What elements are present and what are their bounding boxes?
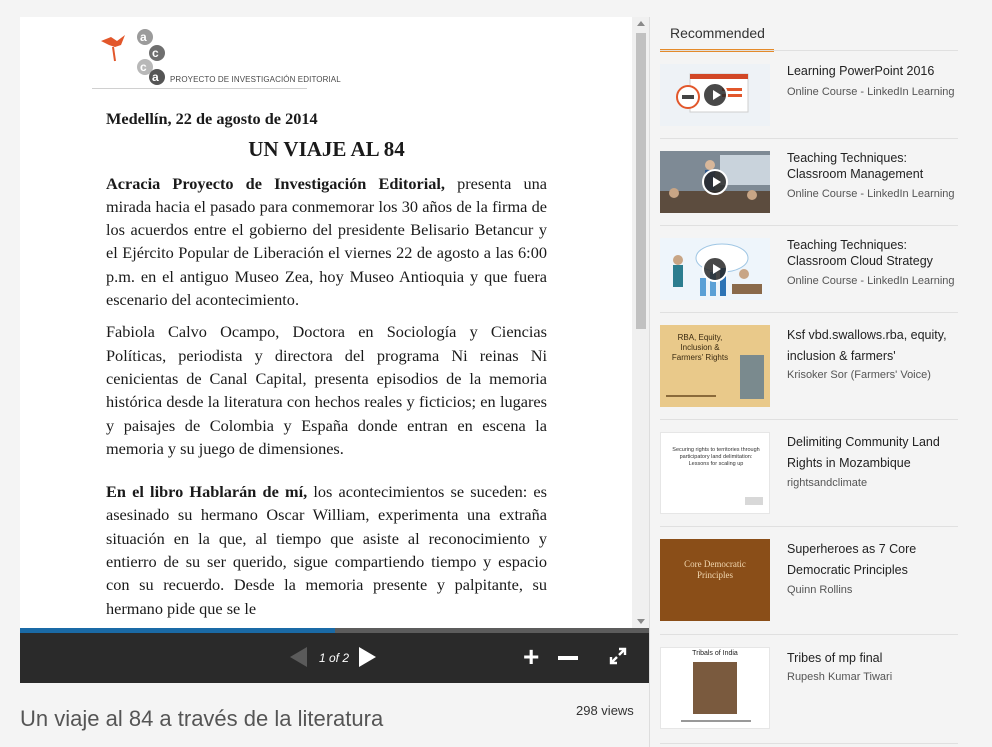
- zoom-in-button[interactable]: +: [523, 643, 539, 671]
- paragraph-2: Fabiola Calvo Ocampo, Doctora en Sociolo…: [106, 322, 547, 458]
- scrollbar-thumb[interactable]: [636, 33, 646, 329]
- tab-recommended[interactable]: Recommended: [660, 17, 774, 52]
- recommended-title[interactable]: Superheroes as 7 Core Democratic Princip…: [787, 539, 959, 580]
- recommended-thumbnail[interactable]: [660, 64, 770, 126]
- document-date: Medellín, 22 de agosto de 2014: [106, 109, 318, 128]
- thumbnail-photo: [693, 662, 737, 714]
- scroll-up-arrow-icon[interactable]: [637, 21, 645, 26]
- svg-text:a: a: [152, 70, 159, 84]
- paragraph-1-bold: Acracia Proyecto de Investigación Editor…: [106, 173, 445, 193]
- play-icon: [702, 169, 728, 195]
- recommended-title[interactable]: Tribes of mp final: [787, 651, 959, 667]
- fullscreen-button[interactable]: [608, 646, 628, 666]
- thumbnail-building: [740, 355, 764, 399]
- document-viewer: a c c a PROYECTO DE INVESTIGACIÓN EDITOR…: [20, 17, 649, 683]
- recommended-subtitle: Quinn Rollins: [787, 584, 853, 596]
- document-text: Medellín, 22 de agosto de 2014 UN VIAJE …: [106, 107, 547, 628]
- recommended-subtitle: Online Course - LinkedIn Learning: [787, 275, 955, 287]
- recommended-item[interactable]: RBA, Equity, Inclusion & Farmers' Rights…: [660, 313, 958, 420]
- paragraph-3: En el libro Hablarán de mí, los aconteci…: [106, 480, 547, 620]
- thumbnail-caption: Securing rights to territories through p…: [672, 447, 760, 467]
- recommended-item[interactable]: Teaching Techniques: Classroom Cloud Str…: [660, 226, 958, 313]
- svg-text:c: c: [152, 46, 159, 60]
- recommended-title[interactable]: Learning PowerPoint 2016: [787, 64, 959, 80]
- page-indicator: 1 of 2: [319, 651, 350, 665]
- view-count: 298 views: [576, 703, 634, 718]
- recommended-subtitle: Rupesh Kumar Tiwari: [787, 671, 893, 683]
- document-scrollbar[interactable]: [632, 17, 649, 628]
- svg-text:a: a: [140, 30, 147, 44]
- next-page-button[interactable]: [359, 647, 376, 667]
- document-heading: UN VIAJE AL 84: [248, 137, 405, 162]
- svg-text:c: c: [140, 60, 147, 74]
- logo-caption: PROYECTO DE INVESTIGACIÓN EDITORIAL: [170, 75, 341, 84]
- tab-recommended-label: Recommended: [670, 25, 765, 41]
- paragraph-3-text: los acontecimientos se suceden: es asesi…: [106, 482, 547, 618]
- recommended-title[interactable]: Teaching Techniques: Classroom Managemen…: [787, 151, 959, 182]
- recommended-subtitle: Krisoker Sor (Farmers' Voice): [787, 369, 931, 381]
- previous-page-button[interactable]: [290, 647, 307, 667]
- paragraph-1-text: presenta una mirada hacia el pasado para…: [106, 173, 547, 310]
- recommended-thumbnail[interactable]: [660, 151, 770, 213]
- recommended-subtitle: Online Course - LinkedIn Learning: [787, 86, 955, 98]
- recommended-thumbnail[interactable]: [660, 238, 770, 300]
- recommended-thumbnail[interactable]: Securing rights to territories through p…: [660, 432, 770, 514]
- recommended-item[interactable]: Teaching Techniques: Classroom Managemen…: [660, 139, 958, 226]
- recommended-title[interactable]: Delimiting Community Land Rights in Moza…: [787, 432, 959, 473]
- paragraph-3-bold: En el libro Hablarán de mí,: [106, 482, 308, 502]
- recommended-item[interactable]: Learning PowerPoint 2016 Online Course -…: [660, 52, 958, 139]
- thumbnail-caption: RBA, Equity, Inclusion & Farmers' Rights: [671, 333, 729, 362]
- document-page: a c c a PROYECTO DE INVESTIGACIÓN EDITOR…: [20, 17, 632, 628]
- paragraph-1: Acracia Proyecto de Investigación Editor…: [106, 172, 547, 312]
- thumbnail-caption: Tribals of India: [692, 650, 738, 657]
- recommended-thumbnail[interactable]: Core Democratic Principles: [660, 539, 770, 621]
- recommended-item[interactable]: Securing rights to territories through p…: [660, 420, 958, 527]
- recommended-subtitle: rightsandclimate: [787, 477, 868, 489]
- zoom-out-button[interactable]: [558, 656, 578, 660]
- viewer-controls: 1 of 2 +: [20, 633, 649, 683]
- play-icon: [702, 82, 728, 108]
- presentation-title: Un viaje al 84 a través de la literatura: [20, 706, 384, 731]
- column-divider: [649, 17, 650, 747]
- scroll-down-arrow-icon[interactable]: [637, 619, 645, 624]
- recommended-thumbnail[interactable]: RBA, Equity, Inclusion & Farmers' Rights: [660, 325, 770, 407]
- thumbnail-logo-block: [745, 497, 763, 505]
- recommended-thumbnail[interactable]: Tribals of India: [660, 647, 770, 729]
- recommended-subtitle: Online Course - LinkedIn Learning: [787, 188, 955, 200]
- tab-underline-divider: [660, 50, 958, 51]
- recommended-title[interactable]: Teaching Techniques: Classroom Cloud Str…: [787, 238, 959, 269]
- recommended-item[interactable]: Core Democratic Principles Superheroes a…: [660, 527, 958, 635]
- logo-divider: [92, 88, 307, 89]
- play-icon: [702, 256, 728, 282]
- thumbnail-caption: Core Democratic Principles: [684, 559, 746, 580]
- thumbnail-footer-line: [681, 720, 751, 722]
- thumbnail-footer-line: [666, 395, 716, 397]
- recommended-title[interactable]: Ksf vbd.swallows.rba, equity, inclusion …: [787, 325, 959, 366]
- recommended-item[interactable]: Tribals of India Tribes of mp final Rupe…: [660, 635, 958, 744]
